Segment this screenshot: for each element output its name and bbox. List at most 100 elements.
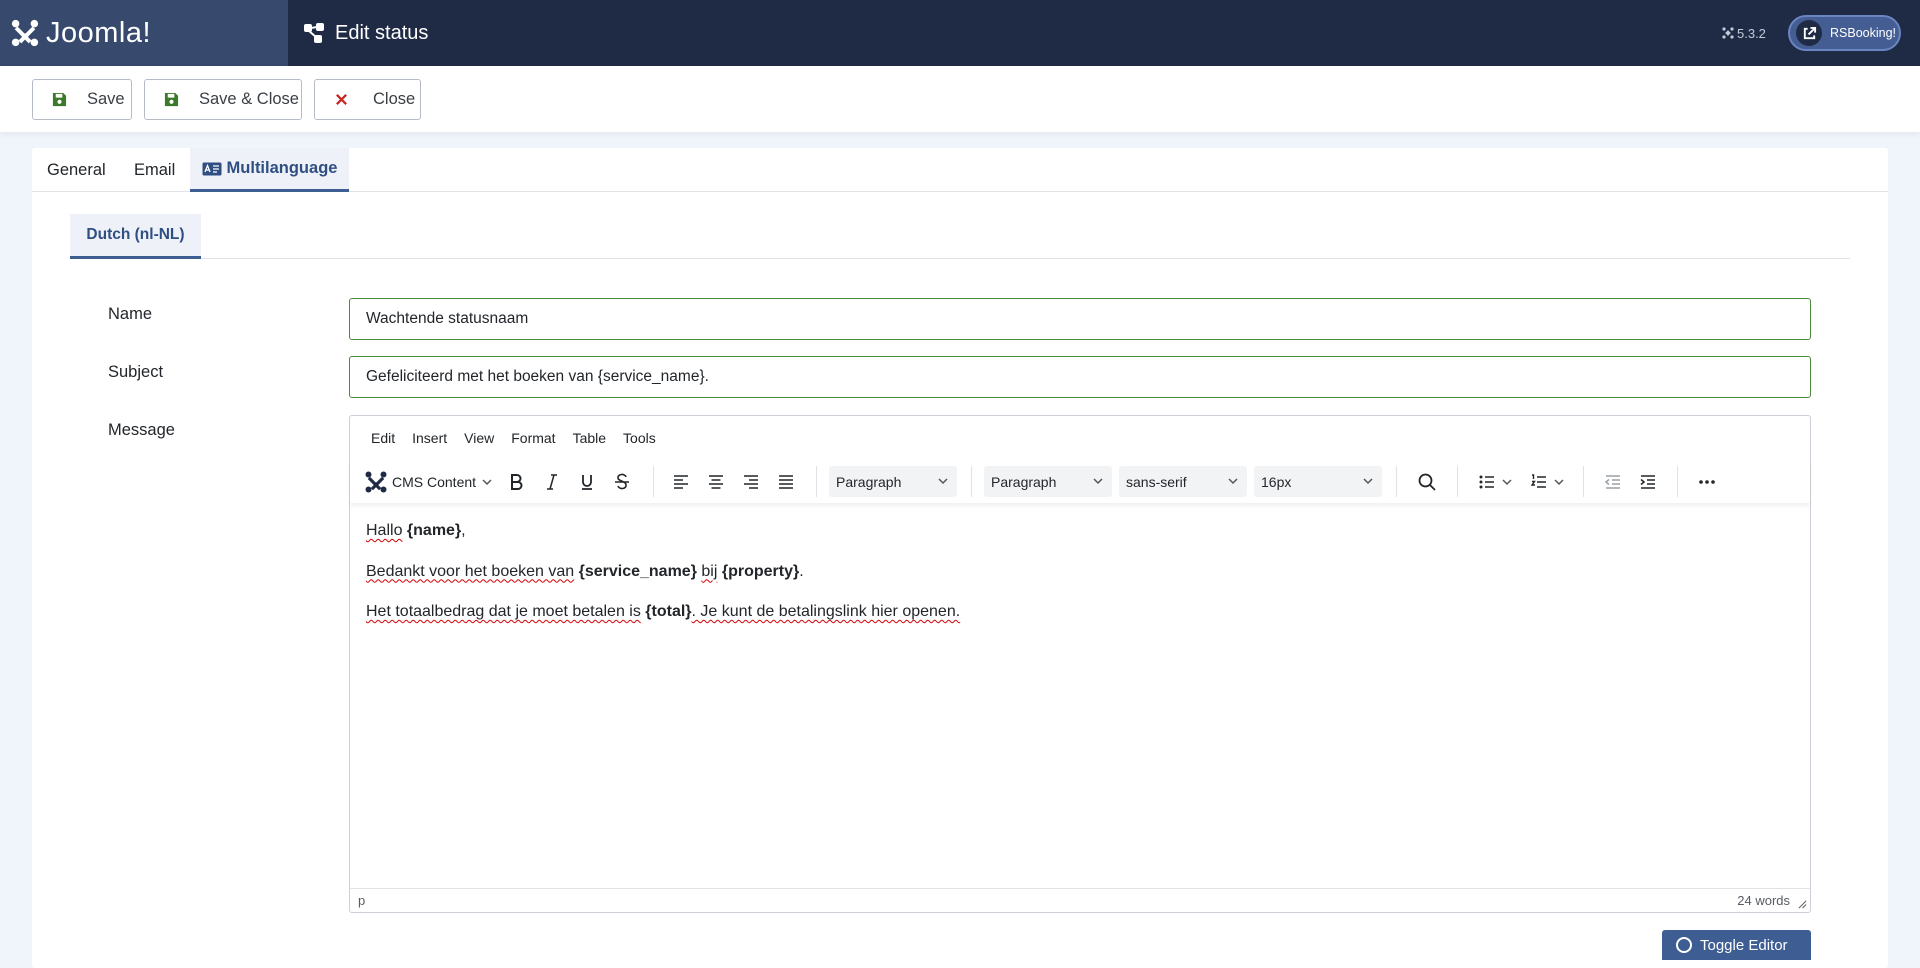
chevron-down-icon [482,478,492,485]
joomla-small-icon [1722,27,1734,39]
italic-icon [547,473,557,490]
align-left-button[interactable] [663,460,699,503]
more-button[interactable] [1688,460,1726,503]
menu-tools[interactable]: Tools [623,430,656,446]
rsbooking-label: RSBooking! [1830,26,1897,40]
search-button[interactable] [1408,460,1446,503]
action-toolbar: Save Save & Close Close [0,66,1920,132]
font-size-select[interactable]: 16px [1254,466,1382,497]
bullet-list-button[interactable] [1470,460,1520,503]
content-text: Het totaalbedrag dat je moet betalen is [366,603,641,620]
cms-content-dropdown[interactable]: CMS Content [364,466,493,497]
language-tabs: Dutch (nl-NL) [70,214,1850,259]
menu-view[interactable]: View [464,430,494,446]
placeholder-token: {name} [406,522,462,539]
paragraph-select[interactable]: Paragraph [984,466,1112,497]
header-bar: Joomla! Edit status 5.3.2 RSBooking! [0,0,1920,66]
numbered-list-button[interactable] [1521,460,1573,503]
editor-menubar: Edit Insert View Format Table Tools [350,416,1810,460]
align-right-icon [744,474,758,489]
numbered-list-icon [1530,473,1546,488]
outdent-button[interactable] [1595,460,1631,503]
align-right-button[interactable] [733,460,769,503]
message-label: Message [108,421,175,439]
bold-button[interactable] [498,460,534,503]
tab-dutch[interactable]: Dutch (nl-NL) [70,214,201,259]
chevron-down-icon [1502,478,1512,485]
logo-text: Joomla! [46,16,152,49]
outdent-icon [1604,474,1620,489]
tab-general[interactable]: General [47,148,106,192]
bullet-list-icon [1479,475,1494,488]
subject-label: Subject [108,363,164,381]
rich-text-editor: Edit Insert View Format Table Tools CMS … [349,415,1811,913]
font-size-value: 16px [1261,473,1292,490]
toggle-icon [1676,937,1692,953]
font-family-select[interactable]: sans-serif [1119,466,1247,497]
save-button[interactable]: Save [32,79,132,120]
block-format-value: Paragraph [836,473,902,490]
paragraph-value: Paragraph [991,473,1057,490]
external-link-icon-wrap [1796,20,1822,46]
save-icon [52,92,67,107]
strikethrough-icon [615,473,629,489]
toolbar-divider [1396,466,1397,497]
more-horizontal-icon [1699,479,1715,484]
chevron-down-icon [1554,478,1564,485]
save-label: Save [87,90,125,108]
resize-handle-icon[interactable] [1798,900,1807,909]
close-button[interactable]: Close [314,79,421,120]
block-format-select[interactable]: Paragraph [829,466,957,497]
content-text: Hallo [366,522,403,539]
external-link-icon [1803,26,1816,39]
rsbooking-button[interactable]: RSBooking! [1788,15,1901,51]
cms-content-label: CMS Content [392,473,477,490]
page-title-area: Edit status [303,0,428,66]
content-text: . [799,562,804,580]
indent-button[interactable] [1630,460,1666,503]
joomla-logo-icon [365,471,387,492]
toggle-editor-button[interactable]: Toggle Editor [1662,930,1811,960]
joomla-logo[interactable]: Joomla! [0,0,288,66]
font-family-value: sans-serif [1126,473,1187,490]
bold-icon [511,473,523,490]
underline-button[interactable] [569,460,605,503]
menu-table[interactable]: Table [573,430,606,446]
chevron-down-icon [938,478,948,485]
align-justify-icon [779,474,793,489]
toolbar-divider [1677,466,1678,497]
indent-icon [1640,474,1655,489]
version-badge: 5.3.2 [1722,0,1766,66]
editor-statusbar: p 24 words [350,888,1810,912]
chevron-down-icon [1228,478,1238,485]
toolbar-divider [971,466,972,497]
content-paragraph: Bedankt voor het boeken van {service_nam… [366,562,1794,582]
menu-insert[interactable]: Insert [412,430,447,446]
close-label: Close [373,90,416,108]
word-count[interactable]: 24 words [1737,893,1790,908]
content-paragraph: Hallo {name}, [366,521,1794,541]
tab-multilanguage-label: Multilanguage [226,159,338,177]
align-center-button[interactable] [698,460,734,503]
menu-edit[interactable]: Edit [371,430,395,446]
underline-icon [582,474,592,490]
toolbar-divider [653,466,654,497]
content-text: , [461,522,466,539]
content-text: bij [701,562,718,580]
strikethrough-button[interactable] [604,460,640,503]
editor-toolbar: CMS Content Paragraph Paragraph sans-ser… [350,460,1810,503]
subject-field[interactable] [349,356,1811,398]
language-icon [202,162,222,175]
align-justify-button[interactable] [768,460,804,503]
tab-multilanguage[interactable]: Multilanguage [190,148,349,192]
save-close-button[interactable]: Save & Close [144,79,302,120]
menu-format[interactable]: Format [511,430,555,446]
editor-content[interactable]: Hallo {name}, Bedankt voor het boeken va… [350,503,1810,893]
align-left-icon [674,474,688,489]
italic-button[interactable] [534,460,570,503]
tab-email[interactable]: Email [134,148,175,192]
content-text: . Je kunt de betalingslink hier openen. [691,603,961,620]
name-field[interactable] [349,298,1811,340]
element-path[interactable]: p [358,893,365,908]
main-card: General Email Multilanguage Dutch (nl-NL… [32,148,1888,968]
